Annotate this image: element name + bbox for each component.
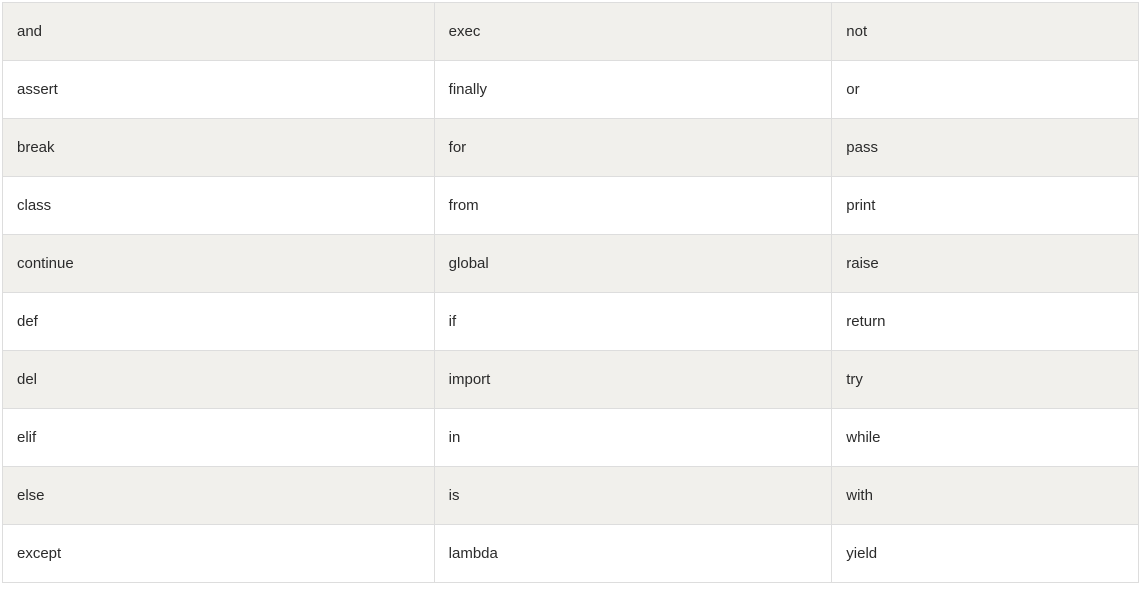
table-row: del import try: [3, 351, 1139, 409]
table-row: continue global raise: [3, 235, 1139, 293]
table-cell: finally: [434, 61, 832, 119]
table-cell: def: [3, 293, 435, 351]
table-row: assert finally or: [3, 61, 1139, 119]
table-cell: import: [434, 351, 832, 409]
table-cell: is: [434, 467, 832, 525]
table-row: and exec not: [3, 3, 1139, 61]
table-row: class from print: [3, 177, 1139, 235]
table-cell: class: [3, 177, 435, 235]
table-cell: and: [3, 3, 435, 61]
table-cell: print: [832, 177, 1139, 235]
table-cell: yield: [832, 525, 1139, 583]
table-row: else is with: [3, 467, 1139, 525]
table-cell: break: [3, 119, 435, 177]
table-cell: from: [434, 177, 832, 235]
table-cell: try: [832, 351, 1139, 409]
table-cell: else: [3, 467, 435, 525]
table-row: except lambda yield: [3, 525, 1139, 583]
table-cell: assert: [3, 61, 435, 119]
table-cell: del: [3, 351, 435, 409]
table-cell: global: [434, 235, 832, 293]
table-cell: exec: [434, 3, 832, 61]
table-row: elif in while: [3, 409, 1139, 467]
table-row: break for pass: [3, 119, 1139, 177]
table-cell: pass: [832, 119, 1139, 177]
table-cell: except: [3, 525, 435, 583]
table-cell: lambda: [434, 525, 832, 583]
table-row: def if return: [3, 293, 1139, 351]
keywords-table: and exec not assert finally or break for…: [2, 2, 1139, 583]
table-cell: if: [434, 293, 832, 351]
table-cell: for: [434, 119, 832, 177]
table-cell: not: [832, 3, 1139, 61]
table-cell: elif: [3, 409, 435, 467]
table-cell: return: [832, 293, 1139, 351]
table-cell: in: [434, 409, 832, 467]
table-cell: continue: [3, 235, 435, 293]
table-cell: with: [832, 467, 1139, 525]
table-cell: while: [832, 409, 1139, 467]
table-cell: raise: [832, 235, 1139, 293]
table-cell: or: [832, 61, 1139, 119]
